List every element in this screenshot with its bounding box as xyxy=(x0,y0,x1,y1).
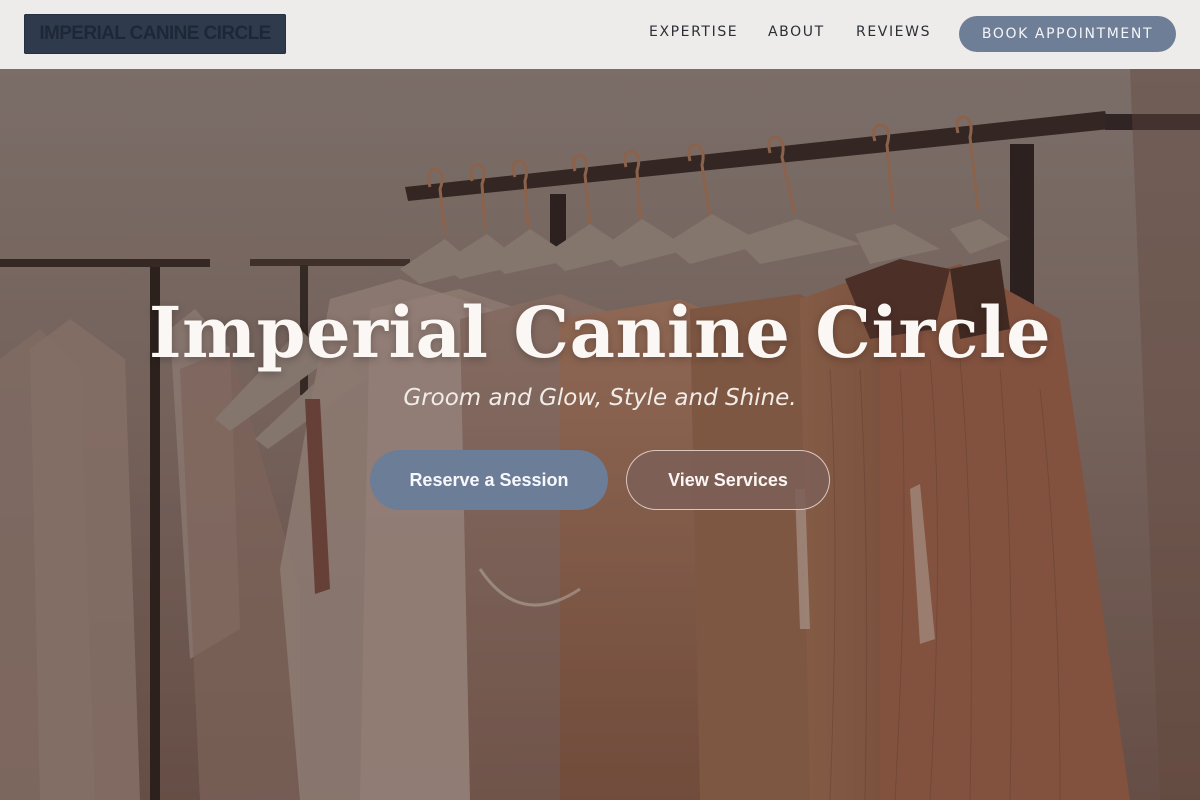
logo[interactable]: IMPERIAL CANINE CIRCLE xyxy=(24,14,286,54)
hero-section: Imperial Canine Circle Groom and Glow, S… xyxy=(0,69,1200,800)
hero-title: Imperial Canine Circle xyxy=(148,291,1052,374)
nav-link-about[interactable]: ABOUT xyxy=(768,24,825,40)
logo-text: IMPERIAL CANINE CIRCLE xyxy=(39,23,271,44)
nav-link-reviews[interactable]: REVIEWS xyxy=(856,24,931,40)
view-services-button[interactable]: View Services xyxy=(626,450,830,510)
hero-subtitle: Groom and Glow, Style and Shine. xyxy=(403,385,797,411)
top-navbar: IMPERIAL CANINE CIRCLE EXPERTISE ABOUT R… xyxy=(0,0,1200,69)
reserve-session-button[interactable]: Reserve a Session xyxy=(370,450,608,510)
nav-link-expertise[interactable]: EXPERTISE xyxy=(649,24,738,40)
book-appointment-button[interactable]: BOOK APPOINTMENT xyxy=(959,16,1176,52)
hero-overlay xyxy=(0,69,1200,800)
